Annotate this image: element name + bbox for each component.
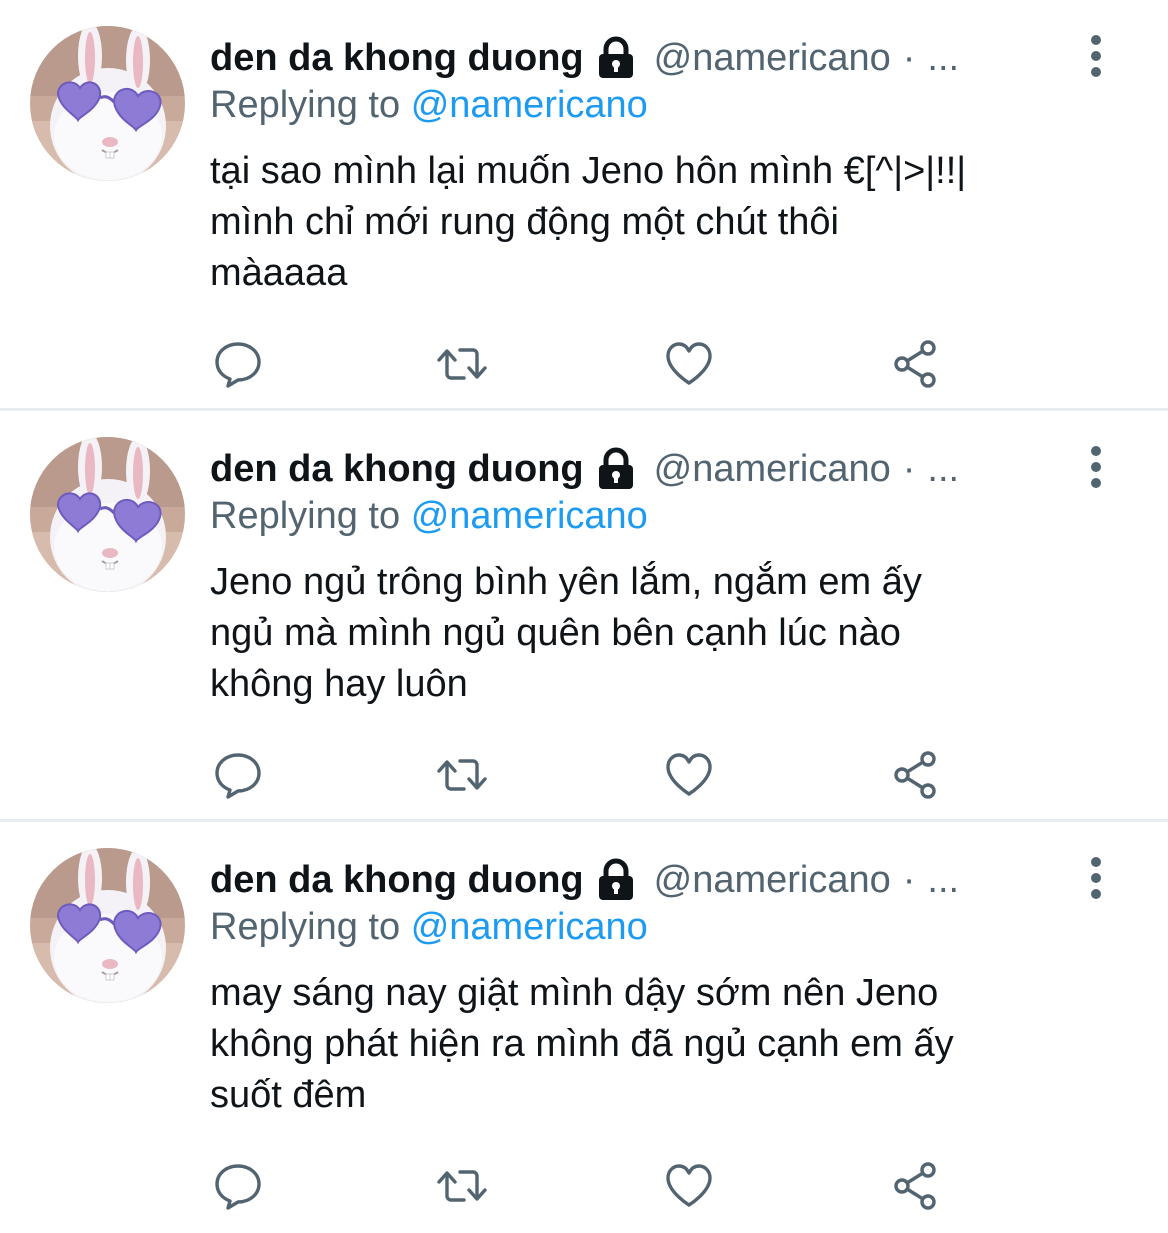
replying-to: Replying to @namericano <box>210 906 648 949</box>
timeline: den da khong duong @namericano · ... Rep… <box>0 0 1168 1233</box>
truncated-timestamp: ... <box>927 36 960 79</box>
share-icon <box>894 751 936 799</box>
author-name[interactable]: den da khong duong <box>210 859 584 902</box>
more-vertical-icon[interactable] <box>1088 856 1104 900</box>
separator-dot: · <box>902 447 916 490</box>
tweet-text-line: không hay luôn <box>210 663 468 705</box>
tweet-text-line: may sáng nay giật mình dậy sớm nên Jeno <box>210 972 939 1014</box>
reply-button[interactable] <box>210 336 266 392</box>
replying-prefix: Replying to <box>210 906 401 948</box>
tweet-actions <box>210 1158 950 1214</box>
separator-dot: · <box>902 36 916 79</box>
tweet-actions <box>210 336 950 392</box>
avatar[interactable] <box>30 26 185 181</box>
author-name[interactable]: den da khong duong <box>210 37 584 80</box>
reply-button[interactable] <box>210 747 266 803</box>
retweet-button[interactable] <box>434 1158 490 1214</box>
tweet-text: tại sao mình lại muốn Jeno hôn mình €[^|… <box>210 146 1110 299</box>
tweet-header: den da khong duong @namericano · ... <box>210 30 959 86</box>
author-handle[interactable]: @namericano <box>654 448 891 491</box>
tweet-header: den da khong duong @namericano · ... <box>210 441 959 497</box>
retweet-icon <box>437 348 487 380</box>
more-vertical-icon[interactable] <box>1088 445 1104 489</box>
reply-icon <box>215 753 261 799</box>
retweet-button[interactable] <box>434 336 490 392</box>
reply-icon <box>215 1164 261 1210</box>
retweet-icon <box>437 759 487 791</box>
share-icon <box>894 340 936 388</box>
share-button[interactable] <box>888 1158 944 1214</box>
replying-to-mention[interactable]: @namericano <box>411 84 648 126</box>
tweet-text-line: ngủ mà mình ngủ quên bên cạnh lúc nào <box>210 612 901 654</box>
like-icon <box>666 753 712 796</box>
separator-dot: · <box>902 858 916 901</box>
like-icon <box>666 1164 712 1207</box>
replying-to-mention[interactable]: @namericano <box>411 906 648 948</box>
author-handle[interactable]: @namericano <box>654 859 891 902</box>
tweet-text-line: màaaaa <box>210 252 348 294</box>
tweet[interactable]: den da khong duong @namericano · ... Rep… <box>0 411 1168 822</box>
like-button[interactable] <box>661 747 717 803</box>
retweet-button[interactable] <box>434 747 490 803</box>
tweet[interactable]: den da khong duong @namericano · ... Rep… <box>0 0 1168 411</box>
truncated-timestamp: ... <box>927 858 960 901</box>
tweet-text: Jeno ngủ trông bình yên lắm, ngắm em ấy n… <box>210 557 1110 710</box>
reply-button[interactable] <box>210 1158 266 1214</box>
replying-to: Replying to @namericano <box>210 495 648 538</box>
more-vertical-icon[interactable] <box>1088 34 1104 78</box>
tweet-text-line: Jeno ngủ trông bình yên lắm, ngắm em ấy <box>210 561 922 603</box>
like-icon <box>666 342 712 385</box>
tweet[interactable]: den da khong duong @namericano · ... Rep… <box>0 822 1168 1233</box>
replying-to-mention[interactable]: @namericano <box>411 495 648 537</box>
avatar[interactable] <box>30 848 185 1003</box>
tweet-text-line: mình chỉ mới rung động một chút thôi <box>210 201 840 243</box>
avatar-bunny-image <box>30 26 185 181</box>
tweet-text-line: không phát hiện ra mình đã ngủ cạnh em ấ… <box>210 1023 954 1065</box>
share-button[interactable] <box>888 747 944 803</box>
author-handle[interactable]: @namericano <box>654 37 891 80</box>
replying-prefix: Replying to <box>210 84 401 126</box>
tweet-header: den da khong duong @namericano · ... <box>210 852 959 908</box>
lock-icon <box>596 447 636 491</box>
retweet-icon <box>437 1170 487 1202</box>
like-button[interactable] <box>661 1158 717 1214</box>
tweet-actions <box>210 747 950 803</box>
lock-icon <box>596 36 636 80</box>
avatar-bunny-image <box>30 437 185 592</box>
truncated-timestamp: ... <box>927 447 960 490</box>
lock-icon <box>596 858 636 902</box>
tweet-text-line: tại sao mình lại muốn Jeno hôn mình €[^|… <box>210 150 967 192</box>
like-button[interactable] <box>661 336 717 392</box>
reply-icon <box>215 342 261 388</box>
tweet-text: may sáng nay giật mình dậy sớm nên Jeno k… <box>210 968 1110 1121</box>
avatar-bunny-image <box>30 848 185 1003</box>
replying-prefix: Replying to <box>210 495 401 537</box>
avatar[interactable] <box>30 437 185 592</box>
replying-to: Replying to @namericano <box>210 84 648 127</box>
author-name[interactable]: den da khong duong <box>210 448 584 491</box>
tweet-text-line: suốt đêm <box>210 1074 367 1116</box>
share-icon <box>894 1162 936 1210</box>
share-button[interactable] <box>888 336 944 392</box>
